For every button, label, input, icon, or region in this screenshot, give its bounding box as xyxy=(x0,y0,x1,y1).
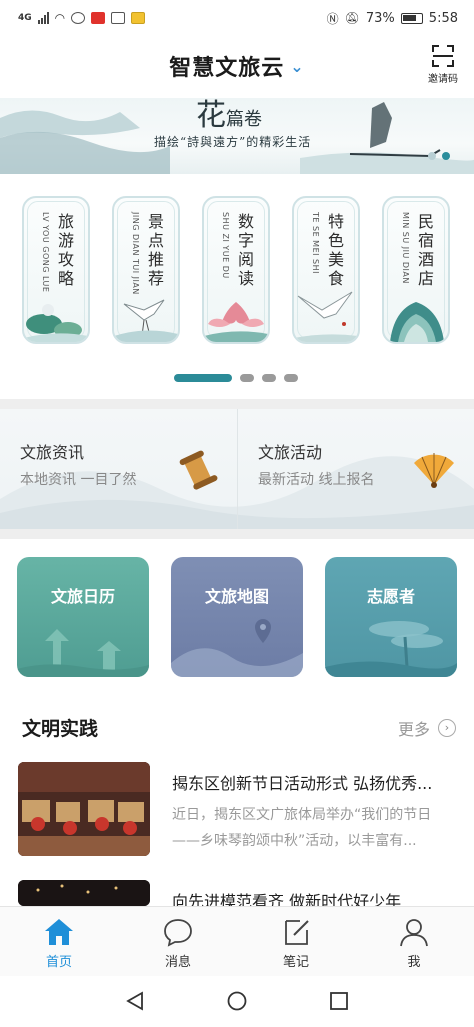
scroll-icon xyxy=(179,450,218,490)
status-left: 4G ◠ xyxy=(18,11,146,25)
article-item[interactable]: 揭东区创新节日活动形式 弘扬优秀... 近日，揭东区文广旅体局举办“我们的节日—… xyxy=(0,762,474,862)
home-circle-icon xyxy=(227,991,247,1011)
card-title: 特色美食 xyxy=(328,212,345,288)
category-card-travel-guide[interactable]: LV YOU GONG LUE 旅游攻略 xyxy=(22,196,90,344)
tile-label: 志愿者 xyxy=(366,587,415,606)
chevron-right-icon: › xyxy=(438,719,456,737)
panel-subtitle: 最新活动 线上报名 xyxy=(258,472,375,488)
scan-icon xyxy=(432,45,454,67)
clock: 5:58 xyxy=(428,10,458,26)
battery-percent: 73% xyxy=(365,10,395,26)
nfc-icon: Ⓝ xyxy=(326,11,339,26)
category-card-attractions[interactable]: JING DIAN TUI JIAN 景点推荐 xyxy=(112,196,180,344)
article-title: 揭东区创新节日活动形式 弘扬优秀... xyxy=(172,774,433,793)
recents-button[interactable] xyxy=(328,990,350,1016)
card-title: 旅游攻略 xyxy=(58,212,75,288)
stage-photo xyxy=(18,880,150,906)
tab-label: 首页 xyxy=(45,955,72,970)
back-button[interactable] xyxy=(124,990,146,1016)
fan-icon xyxy=(414,453,454,488)
back-icon xyxy=(126,991,143,1011)
tab-label: 我 xyxy=(407,955,421,970)
article-thumbnail xyxy=(18,762,150,856)
mute-icon: 🔕︎ xyxy=(344,11,360,25)
divider xyxy=(0,529,474,539)
banner-calligraphy: 花篇卷 xyxy=(196,98,262,133)
section-title: 文明实践 xyxy=(19,714,103,745)
category-card-digital-reading[interactable]: SHU ZI YUE DU 数字阅读 xyxy=(202,196,270,344)
battery-icon xyxy=(400,12,423,24)
article-thumbnail xyxy=(18,880,150,906)
performance-photo xyxy=(18,762,150,856)
article-summary: 近日，揭东区文广旅体局举办“我们的节日——乡味琴韵颂中秋”活动，以丰富有... xyxy=(172,807,432,849)
panel-title: 文旅资讯 xyxy=(20,443,85,462)
mountain-icon xyxy=(390,302,444,342)
category-card-homestay[interactable]: MIN SU JIU DIAN 民宿酒店 xyxy=(382,196,450,344)
lotus-flower-icon xyxy=(204,302,268,342)
tile-label: 文旅日历 xyxy=(50,587,115,606)
tab-home[interactable]: 首页 xyxy=(14,917,104,970)
app-notification-icon-4 xyxy=(131,12,146,24)
app-header: 智慧文旅云 ⌄ 邀请码 xyxy=(0,36,474,98)
pine-tree-icon xyxy=(325,621,457,677)
city-selector[interactable]: 智慧文旅云 ⌄ xyxy=(0,50,474,82)
status-right: Ⓝ 🔕︎ 73% 5:58 xyxy=(327,10,458,27)
banner-carousel[interactable]: 花篇卷 描绘“詩與遠方”的精彩生活 xyxy=(0,98,474,174)
card-pinyin: MIN SU JIU DIAN xyxy=(401,212,410,284)
bottom-tab-bar: 首页 消息 笔记 我 xyxy=(0,906,474,976)
system-navigation-bar xyxy=(0,976,474,1027)
tab-label: 笔记 xyxy=(282,955,309,970)
app-title: 智慧文旅云 xyxy=(169,56,285,81)
category-cards: LV YOU GONG LUE 旅游攻略 JING DIAN TUI JIAN … xyxy=(0,174,474,399)
message-icon xyxy=(164,919,192,947)
signal-icon xyxy=(37,12,49,24)
culture-map-tile[interactable]: 文旅地图 xyxy=(171,557,303,677)
tab-notes[interactable]: 笔记 xyxy=(251,917,341,970)
home-button[interactable] xyxy=(226,990,248,1016)
home-icon xyxy=(45,919,73,945)
map-pin-icon xyxy=(171,619,303,677)
info-panels: 文旅资讯 本地资讯 一目了然 文旅活动 最新活动 线上报名 xyxy=(0,409,474,529)
panel-title: 文旅活动 xyxy=(258,443,323,462)
feature-tiles: 文旅日历 文旅地图 志愿者 xyxy=(0,539,474,689)
lotus-leaf-icon xyxy=(24,304,88,342)
divider xyxy=(0,399,474,409)
note-icon xyxy=(285,920,309,945)
flying-crane-icon xyxy=(294,291,358,342)
card-title: 民宿酒店 xyxy=(418,212,435,288)
card-title: 景点推荐 xyxy=(148,212,165,288)
card-title: 数字阅读 xyxy=(238,212,255,288)
chevron-down-icon: ⌄ xyxy=(290,57,305,76)
card-pinyin: SHU ZI YUE DU xyxy=(221,212,230,279)
crane-icon xyxy=(114,299,178,342)
tab-profile[interactable]: 我 xyxy=(369,917,459,970)
recents-icon xyxy=(330,992,348,1010)
culture-events-panel[interactable]: 文旅活动 最新活动 线上报名 xyxy=(237,409,474,529)
more-label: 更多 xyxy=(397,720,430,739)
section-header: 文明实践 更多 › xyxy=(0,712,474,746)
status-bar: 4G ◠ Ⓝ 🔕︎ 73% 5:58 xyxy=(0,0,474,36)
pagoda-icon xyxy=(17,629,149,677)
category-card-local-food[interactable]: TE SE MEI SHI 特色美食 xyxy=(292,196,360,344)
invite-code-button[interactable]: 邀请码 xyxy=(426,44,460,85)
banner-indicator xyxy=(428,152,450,160)
card-pinyin: TE SE MEI SHI xyxy=(311,212,320,274)
app-notification-icon-3 xyxy=(111,12,126,24)
profile-icon xyxy=(400,919,428,947)
tab-messages[interactable]: 消息 xyxy=(133,917,223,970)
culture-calendar-tile[interactable]: 文旅日历 xyxy=(17,557,149,677)
wifi-icon: ◠ xyxy=(54,11,66,25)
invite-label: 邀请码 xyxy=(428,74,458,85)
volunteer-tile[interactable]: 志愿者 xyxy=(325,557,457,677)
tile-label: 文旅地图 xyxy=(204,587,269,606)
network-type: 4G xyxy=(18,13,32,23)
banner-slogan: 描绘“詩與遠方”的精彩生活 xyxy=(154,135,312,149)
more-button[interactable]: 更多 › xyxy=(398,716,456,740)
category-pager xyxy=(174,374,298,382)
tab-label: 消息 xyxy=(164,955,191,970)
culture-news-panel[interactable]: 文旅资讯 本地资讯 一目了然 xyxy=(0,409,237,529)
app-notification-icon xyxy=(71,12,86,24)
panel-subtitle: 本地资讯 一目了然 xyxy=(20,472,137,488)
app-notification-icon-2 xyxy=(91,12,106,24)
